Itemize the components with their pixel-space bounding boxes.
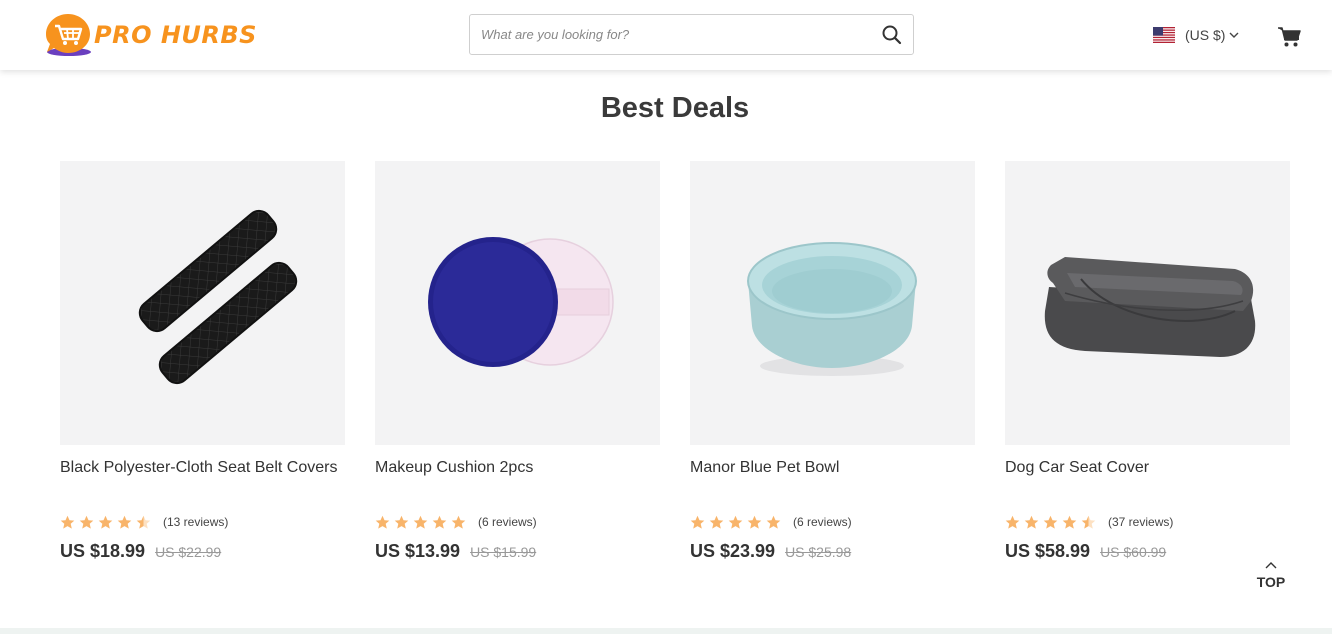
original-price: US $22.99	[155, 544, 222, 560]
original-price: US $60.99	[1100, 544, 1167, 560]
seat-cover-image	[1044, 257, 1256, 357]
review-count[interactable]: (37 reviews)	[1108, 515, 1173, 529]
rating-stars	[1005, 515, 1100, 530]
review-count[interactable]: (13 reviews)	[163, 515, 228, 529]
site-logo[interactable]: PRO HURBS	[44, 12, 257, 58]
product-card[interactable]: Manor Blue Pet Bowl (6 reviews) US $23.9…	[690, 161, 975, 562]
product-title[interactable]: Manor Blue Pet Bowl	[690, 459, 975, 499]
star-full-icon	[375, 515, 390, 529]
product-card[interactable]: Black Polyester-Cloth Seat Belt Covers (…	[60, 161, 345, 562]
search-icon[interactable]	[881, 24, 903, 46]
cart-icon[interactable]	[1277, 26, 1301, 48]
star-full-icon	[98, 515, 113, 529]
product-title[interactable]: Black Polyester-Cloth Seat Belt Covers	[60, 459, 345, 499]
star-full-icon	[60, 515, 75, 529]
star-full-icon	[1005, 515, 1020, 529]
product-image-seat-cover[interactable]	[1005, 161, 1290, 445]
us-flag-icon	[1153, 27, 1175, 43]
product-prices: US $58.99 US $60.99	[1005, 541, 1290, 562]
star-half-icon	[1081, 515, 1096, 529]
product-rating: (6 reviews)	[690, 513, 975, 531]
section-title: Best Deals	[600, 92, 750, 124]
product-image-pet-bowl[interactable]	[690, 161, 975, 445]
search-input[interactable]	[481, 15, 871, 54]
star-half-icon	[136, 515, 151, 529]
currency-label: (US $)	[1185, 27, 1226, 43]
star-full-icon	[451, 515, 466, 529]
product-image-makeup-cushions[interactable]	[375, 161, 660, 445]
product-title[interactable]: Makeup Cushion 2pcs	[375, 459, 660, 499]
back-to-top-button[interactable]: TOP	[1252, 560, 1290, 592]
rating-stars	[375, 515, 470, 530]
star-full-icon	[432, 515, 447, 529]
sale-price: US $58.99	[1005, 541, 1091, 561]
chevron-down-icon	[1229, 32, 1239, 38]
site-header: PRO HURBS (US $)	[0, 0, 1332, 70]
rating-stars	[60, 515, 155, 530]
chevron-up-icon	[1265, 562, 1277, 569]
currency-selector[interactable]: (US $)	[1153, 27, 1240, 43]
product-card[interactable]: Dog Car Seat Cover (37 reviews) US $58.9…	[1005, 161, 1290, 562]
review-count[interactable]: (6 reviews)	[793, 515, 852, 529]
product-title[interactable]: Dog Car Seat Cover	[1005, 459, 1290, 499]
shopping-cart-logo-icon	[46, 14, 91, 56]
star-full-icon	[117, 515, 132, 529]
star-full-icon	[690, 515, 705, 529]
review-count[interactable]: (6 reviews)	[478, 515, 537, 529]
pet-bowl-image	[747, 242, 917, 376]
sale-price: US $23.99	[690, 541, 776, 561]
star-full-icon	[394, 515, 409, 529]
makeup-cushions-image	[428, 237, 614, 367]
back-to-top-label: TOP	[1256, 574, 1286, 590]
star-full-icon	[79, 515, 94, 529]
seat-belt-covers-image	[138, 209, 298, 385]
star-full-icon	[728, 515, 743, 529]
star-full-icon	[1062, 515, 1077, 529]
product-image-seat-belt-covers[interactable]	[60, 161, 345, 445]
product-prices: US $23.99 US $25.98	[690, 541, 975, 562]
product-card[interactable]: Makeup Cushion 2pcs (6 reviews) US $13.9…	[375, 161, 660, 562]
product-prices: US $18.99 US $22.99	[60, 541, 345, 562]
product-rating: (6 reviews)	[375, 513, 660, 531]
original-price: US $15.99	[470, 544, 537, 560]
product-rating: (37 reviews)	[1005, 513, 1290, 531]
logo-text: PRO HURBS	[94, 21, 257, 49]
sale-price: US $18.99	[60, 541, 146, 561]
star-full-icon	[709, 515, 724, 529]
rating-stars	[690, 515, 785, 530]
star-full-icon	[1024, 515, 1039, 529]
star-full-icon	[413, 515, 428, 529]
star-full-icon	[1043, 515, 1058, 529]
product-prices: US $13.99 US $15.99	[375, 541, 660, 562]
search-bar	[469, 14, 914, 55]
footer-strip	[0, 628, 1332, 634]
sale-price: US $13.99	[375, 541, 461, 561]
star-full-icon	[766, 515, 781, 529]
star-full-icon	[747, 515, 762, 529]
product-rating: (13 reviews)	[60, 513, 345, 531]
original-price: US $25.98	[785, 544, 852, 560]
